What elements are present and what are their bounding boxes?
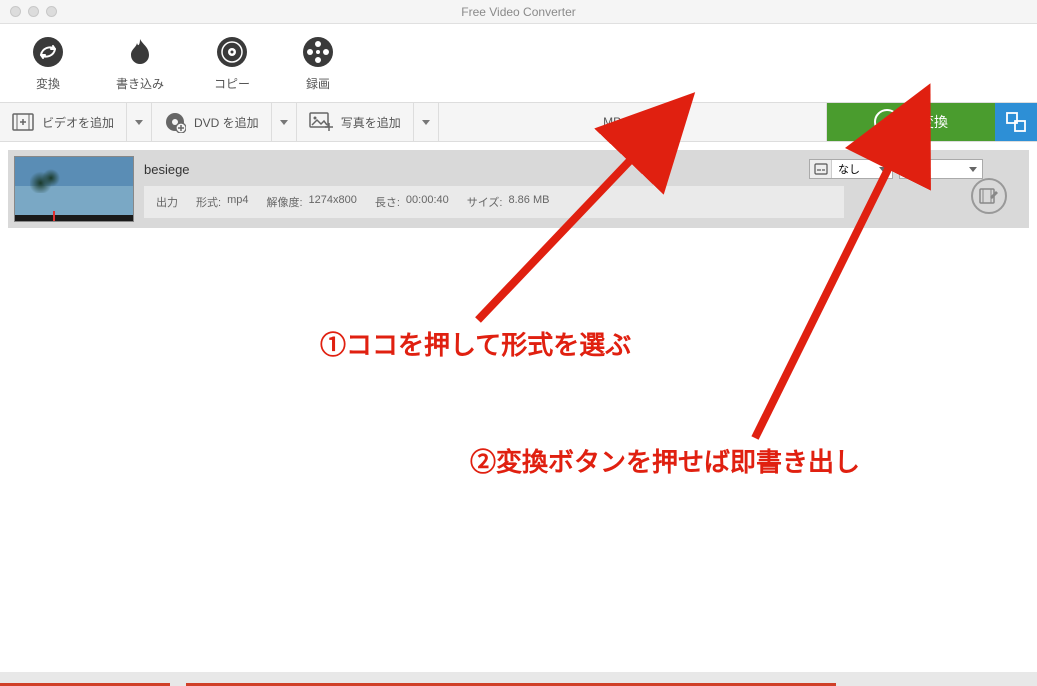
add-dvd-dropdown[interactable] xyxy=(272,103,297,141)
thumbnail-timeline xyxy=(15,215,133,221)
convert-icon xyxy=(30,34,66,70)
add-photo-dropdown[interactable] xyxy=(414,103,439,141)
film-reel-icon xyxy=(300,34,336,70)
length-value: 00:00:40 xyxy=(406,194,449,210)
edit-video-button[interactable] xyxy=(971,178,1007,214)
add-photo-label: 写真を追加 xyxy=(341,114,401,131)
refresh-icon xyxy=(874,109,900,135)
subtitle-select-value: なし xyxy=(832,161,892,177)
close-window-button[interactable] xyxy=(10,6,21,17)
minimize-window-button[interactable] xyxy=(28,6,39,17)
merge-icon xyxy=(1005,111,1027,133)
traffic-lights xyxy=(0,6,57,17)
annotation-text-1: ①ココを押して形式を選ぶ xyxy=(320,325,631,362)
add-dvd-label: DVD を追加 xyxy=(194,114,259,131)
tab-burn[interactable]: 書き込み xyxy=(116,34,164,92)
tab-copy-label: コピー xyxy=(214,75,250,92)
format-selector[interactable]: MP4 Video xyxy=(439,103,827,141)
tab-record[interactable]: 録画 xyxy=(300,34,336,92)
add-video-dropdown[interactable] xyxy=(127,103,152,141)
audio-select[interactable] xyxy=(899,159,983,179)
video-item-body: besiege なし xyxy=(144,156,1023,222)
merge-button[interactable] xyxy=(995,103,1037,141)
output-label: 出力 xyxy=(156,194,178,210)
tab-record-label: 録画 xyxy=(306,75,330,92)
annotation-text-2: ②変換ボタンを押せば即書き出し xyxy=(470,442,860,479)
format-value: mp4 xyxy=(227,194,248,210)
content-area: besiege なし xyxy=(0,142,1037,236)
toolbar: ビデオを追加 DVD を追加 写真を追加 MP4 Video 変換 xyxy=(0,102,1037,142)
tab-convert[interactable]: 変換 xyxy=(30,34,66,92)
resolution-label: 解像度: xyxy=(266,194,302,210)
subtitle-icon xyxy=(810,160,832,178)
disc-icon xyxy=(214,34,250,70)
video-thumbnail[interactable] xyxy=(14,156,134,222)
tab-burn-label: 書き込み xyxy=(116,75,164,92)
length-label: 長さ: xyxy=(375,194,400,210)
size-label: サイズ: xyxy=(467,194,503,210)
film-edit-icon xyxy=(978,185,1000,207)
chevron-down-icon xyxy=(135,120,143,125)
chevron-down-icon xyxy=(280,120,288,125)
bottom-bar xyxy=(0,672,1037,686)
thumbnail-playhead xyxy=(53,211,55,221)
format-selector-label: MP4 Video xyxy=(603,115,661,129)
tab-copy[interactable]: コピー xyxy=(214,34,250,92)
window-title: Free Video Converter xyxy=(461,5,576,19)
music-note-icon xyxy=(900,160,922,178)
add-dvd-button[interactable]: DVD を追加 xyxy=(152,103,272,141)
image-add-icon xyxy=(309,112,333,132)
chevron-down-icon xyxy=(422,120,430,125)
film-add-icon xyxy=(12,111,34,133)
subtitle-select[interactable]: なし xyxy=(809,159,893,179)
zoom-window-button[interactable] xyxy=(46,6,57,17)
titlebar: Free Video Converter xyxy=(0,0,1037,24)
video-item-info: 出力 形式: mp4 解像度: 1274x800 長さ: 00:00:40 サイズ: 8… xyxy=(144,186,844,218)
format-label: 形式: xyxy=(196,194,221,210)
resolution-value: 1274x800 xyxy=(309,194,357,210)
convert-button[interactable]: 変換 xyxy=(827,103,995,141)
flame-icon xyxy=(122,34,158,70)
tab-convert-label: 変換 xyxy=(36,75,60,92)
convert-button-label: 変換 xyxy=(920,112,948,132)
video-item-row[interactable]: besiege なし xyxy=(8,150,1029,228)
video-item-name: besiege xyxy=(144,162,190,177)
main-tabs: 変換 書き込み コピー 録画 xyxy=(0,24,1037,102)
add-video-label: ビデオを追加 xyxy=(42,114,114,131)
add-photo-button[interactable]: 写真を追加 xyxy=(297,103,414,141)
size-value: 8.86 MB xyxy=(508,194,549,210)
disc-add-icon xyxy=(164,111,186,133)
add-video-button[interactable]: ビデオを追加 xyxy=(0,103,127,141)
